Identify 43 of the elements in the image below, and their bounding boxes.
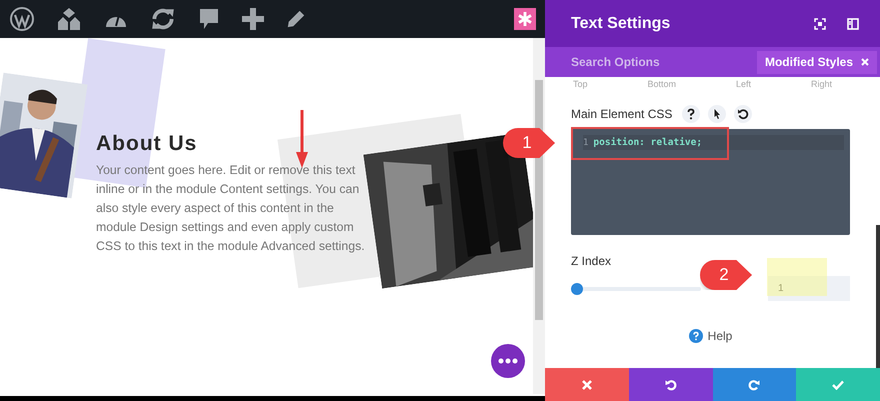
spacing-label: Right	[810, 79, 832, 89]
reset-icon[interactable]	[734, 105, 752, 123]
slider-thumb[interactable]	[571, 282, 583, 294]
close-icon[interactable]	[861, 58, 869, 66]
spacing-label: Left	[736, 79, 751, 89]
plus-icon[interactable]	[242, 8, 264, 30]
redo-icon	[748, 378, 760, 390]
cursor-icon[interactable]	[708, 105, 726, 123]
dots-icon	[498, 358, 518, 364]
scrollbar[interactable]	[876, 225, 880, 368]
focus-icon[interactable]	[814, 18, 826, 30]
undo-icon	[664, 378, 677, 390]
asterisk-icon[interactable]	[514, 8, 536, 30]
close-icon	[582, 380, 592, 390]
houses-icon[interactable]	[56, 7, 82, 31]
line-number: 1	[583, 138, 588, 148]
pencil-icon[interactable]	[286, 9, 306, 29]
wordpress-icon[interactable]	[10, 7, 34, 31]
code-line: position: relative;	[593, 137, 702, 148]
body-text: Your content goes here. Edit or remove this text inline or in the module Content settings. You can also style every aspect of this content in the module Design settings and even apply custom CSS to this text in the module Advanced settings.	[96, 162, 366, 255]
search-bar[interactable]: Search Options Modified Styles	[545, 47, 880, 77]
help-icon[interactable]	[682, 105, 700, 123]
spacing-label: Top	[573, 79, 588, 89]
help-link[interactable]: Help	[708, 329, 732, 343]
callout-badge: 1	[503, 128, 555, 158]
field-label: Main Element CSS	[571, 107, 672, 121]
callout-badge: 2	[700, 260, 752, 290]
more-options-button[interactable]	[491, 344, 525, 378]
scrollbar[interactable]	[533, 38, 545, 394]
comment-icon[interactable]	[198, 7, 220, 31]
field-label: Z Index	[571, 254, 612, 268]
sidebar-icon[interactable]	[847, 18, 859, 30]
spacing-label: Bottom	[647, 79, 676, 89]
code-editor[interactable]: 1 position: relative;	[571, 129, 850, 235]
arrow-annotation	[296, 110, 308, 168]
panel-title: Text Settings	[571, 14, 672, 32]
highlight-box	[767, 258, 827, 296]
refresh-icon[interactable]	[150, 6, 176, 32]
checkmark-icon	[832, 380, 844, 390]
section-heading: About Us	[96, 132, 198, 156]
undo-button[interactable]	[628, 368, 712, 401]
slider[interactable]	[571, 282, 701, 294]
modified-styles-button[interactable]: Modified Styles	[756, 50, 877, 74]
